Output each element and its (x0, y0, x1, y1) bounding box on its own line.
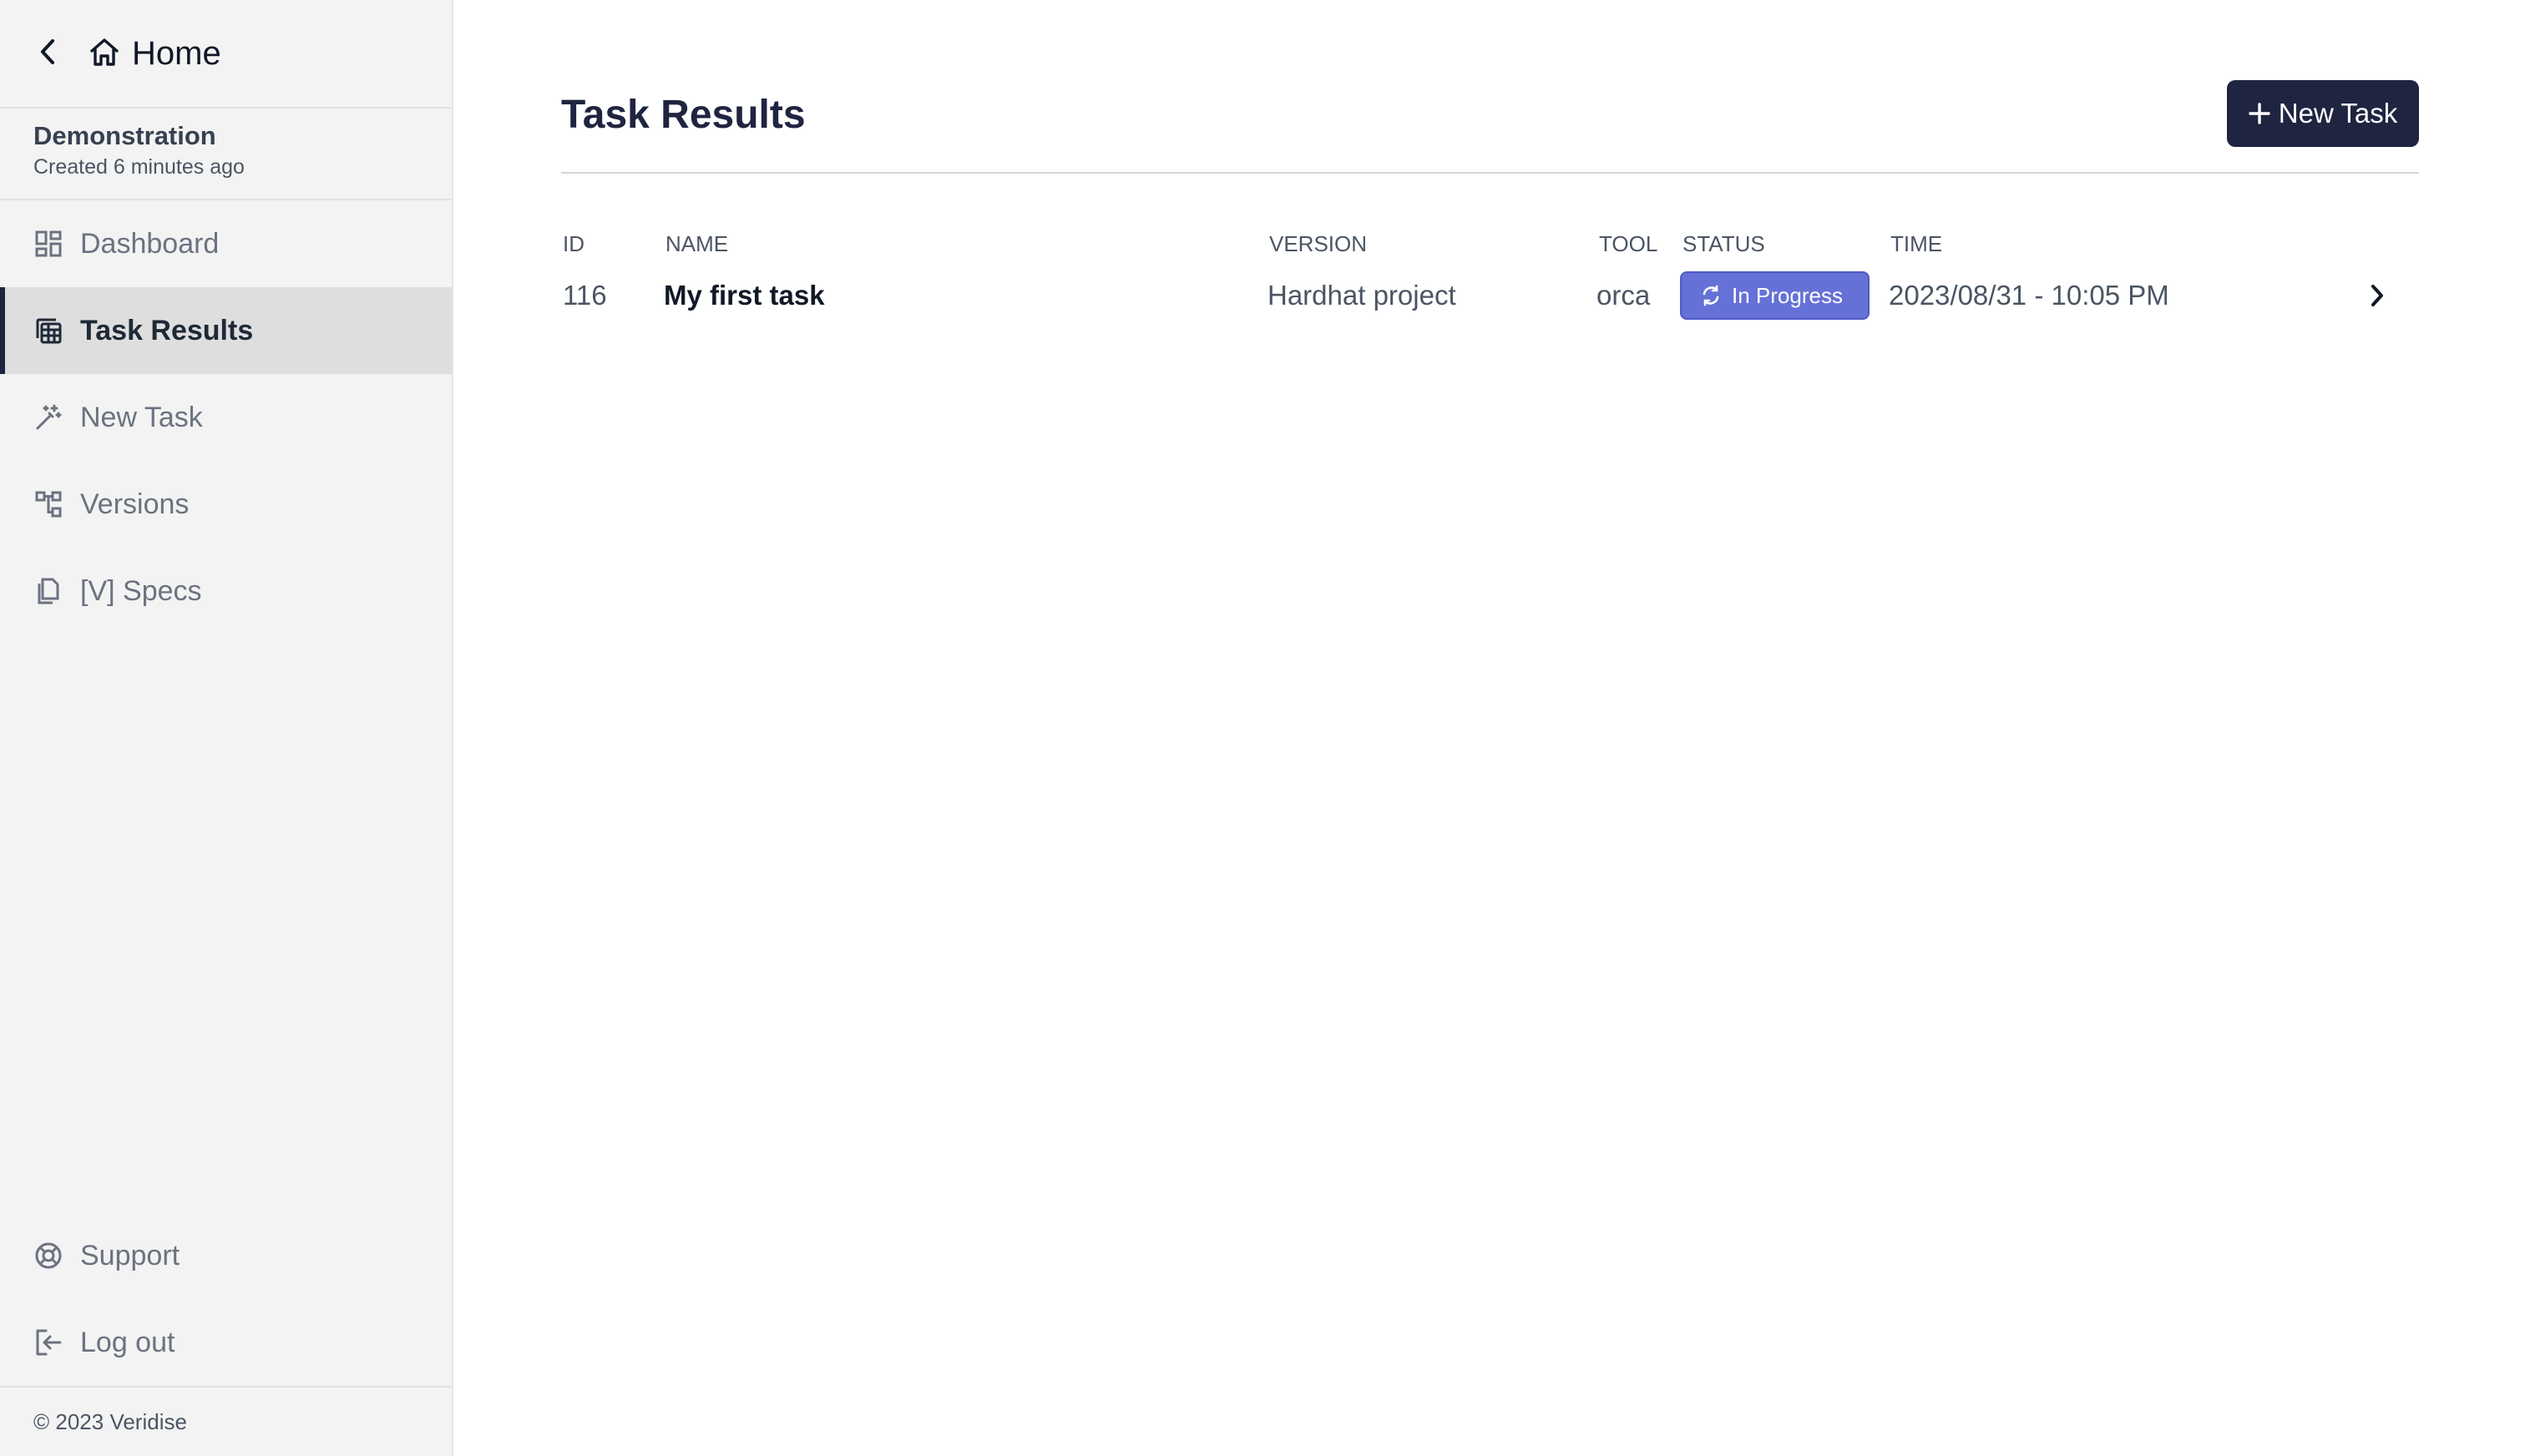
chevron-right-icon[interactable] (2369, 283, 2386, 308)
sidebar-item-label: [V] Specs (80, 574, 202, 607)
hierarchy-icon (33, 489, 63, 519)
status-label: In Progress (1732, 282, 1843, 308)
task-version: Hardhat project (1268, 280, 1456, 311)
refresh-icon (1700, 285, 1722, 306)
new-task-button-label: New Task (2278, 98, 2398, 129)
home-label: Home (132, 34, 221, 72)
sidebar-item-label: Task Results (80, 314, 254, 346)
sidebar: Home Demonstration Created 6 minutes ago… (0, 0, 453, 1456)
sidebar-item-new-task[interactable]: New Task (0, 374, 452, 461)
status-badge: In Progress (1680, 271, 1870, 320)
chevron-left-icon (38, 38, 57, 69)
home-link[interactable]: Home (89, 35, 221, 73)
page-header: Task Results New Task (561, 80, 2419, 174)
project-name: Demonstration (33, 121, 216, 150)
task-time: 2023/08/31 - 10:05 PM (1889, 280, 2169, 311)
task-tool: orca (1596, 280, 1651, 311)
sidebar-item-logout[interactable]: Log out (0, 1299, 452, 1386)
home-bar: Home (0, 0, 452, 109)
sidebar-item-specs[interactable]: [V] Specs (0, 548, 452, 634)
sidebar-item-label: New Task (80, 401, 203, 433)
project-info: Demonstration Created 6 minutes ago (0, 109, 452, 200)
sidebar-item-versions[interactable]: Versions (0, 461, 452, 548)
page-title: Task Results (561, 93, 806, 137)
sidebar-nav: Dashboard Task Results New Task Versions (0, 200, 452, 634)
new-task-button[interactable]: New Task (2227, 80, 2419, 147)
sidebar-bottom: Support Log out © 2023 Veridise (0, 1212, 452, 1456)
sidebar-item-label: Versions (80, 488, 190, 520)
column-header-name[interactable]: NAME (665, 231, 728, 257)
sidebar-item-support[interactable]: Support (0, 1212, 452, 1299)
copyright-footer: © 2023 Veridise (0, 1386, 452, 1456)
project-created: Created 6 minutes ago (33, 155, 245, 179)
main-content: Task Results New Task ID NAME VERSION TO… (453, 0, 2525, 1456)
column-header-status[interactable]: STATUS (1682, 231, 1765, 257)
column-header-time[interactable]: TIME (1890, 231, 1942, 257)
table-row[interactable]: 116 My first task Hardhat project orca I… (561, 262, 2419, 329)
home-icon (89, 37, 120, 71)
column-header-tool[interactable]: TOOL (1599, 231, 1657, 257)
logout-icon (33, 1327, 63, 1357)
wand-icon (33, 402, 63, 432)
dashboard-icon (33, 229, 63, 259)
sidebar-item-label: Dashboard (80, 227, 220, 260)
task-results-table: ID NAME VERSION TOOL STATUS TIME 116 My … (561, 225, 2419, 329)
sidebar-item-label: Support (80, 1239, 180, 1271)
status-badge-wrap: In Progress (1680, 271, 1870, 320)
column-header-version[interactable]: VERSION (1269, 231, 1367, 257)
lifebuoy-icon (33, 1241, 63, 1271)
app-root: Home Demonstration Created 6 minutes ago… (0, 0, 2525, 1456)
sidebar-item-task-results[interactable]: Task Results (0, 287, 452, 374)
column-header-id[interactable]: ID (563, 231, 584, 257)
task-id: 116 (563, 280, 607, 311)
task-name[interactable]: My first task (664, 280, 825, 311)
back-button[interactable] (33, 37, 62, 70)
table-icon (33, 316, 63, 346)
table-header-row: ID NAME VERSION TOOL STATUS TIME (561, 225, 2419, 262)
sidebar-item-dashboard[interactable]: Dashboard (0, 200, 452, 287)
copy-icon (33, 576, 63, 606)
sidebar-item-label: Log out (80, 1326, 175, 1358)
plus-icon (2249, 97, 2270, 130)
